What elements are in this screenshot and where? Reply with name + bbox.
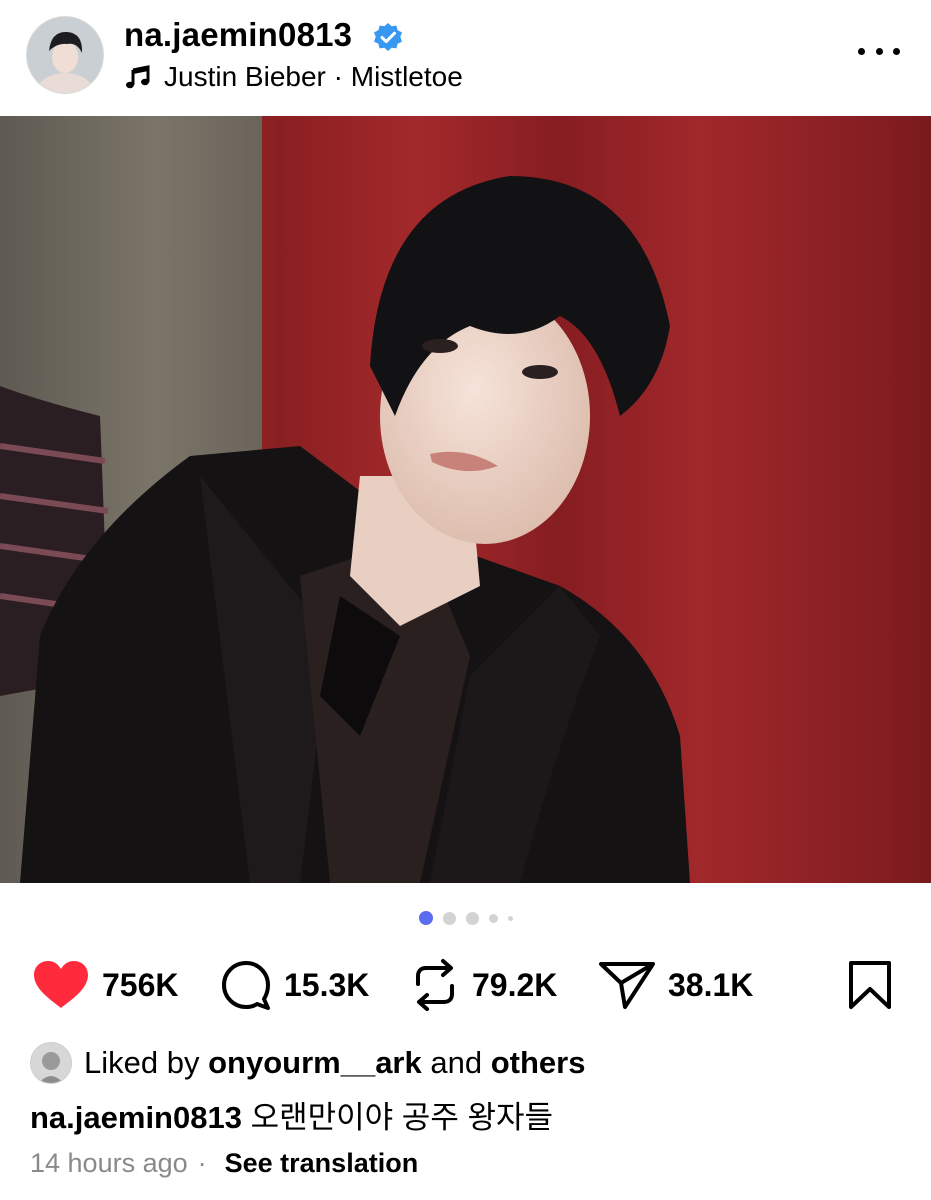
post-photo[interactable] <box>0 116 931 883</box>
repost-button[interactable]: 79.2K <box>410 950 557 1020</box>
comment-button[interactable]: 15.3K <box>220 950 369 1020</box>
music-row[interactable]: Justin Bieber · Mistletoe <box>124 60 463 94</box>
liked-by-and: and <box>430 1045 483 1080</box>
verified-badge-icon <box>374 23 402 51</box>
share-icon <box>599 962 655 1009</box>
repost-icon <box>416 959 454 1011</box>
username[interactable]: na.jaemin0813 <box>124 16 352 54</box>
carousel-dot <box>442 911 456 925</box>
post-header: na.jaemin0813 Justin Bieber · Mistletoe <box>0 0 931 116</box>
repost-count: 79.2K <box>472 966 558 1003</box>
bookmark-icon[interactable] <box>848 960 892 1010</box>
post-meta: 14 hours ago · See translation <box>30 1148 418 1179</box>
see-translation-link[interactable]: See translation <box>225 1148 419 1179</box>
meta-separator: · <box>197 1148 207 1178</box>
comment-count: 15.3K <box>284 966 370 1003</box>
music-note-icon <box>126 65 150 89</box>
more-options-icon[interactable] <box>858 44 900 58</box>
profile-avatar[interactable] <box>26 16 104 94</box>
like-count: 756K <box>102 966 179 1003</box>
carousel-dot <box>507 915 513 921</box>
share-count: 38.1K <box>668 966 754 1003</box>
like-button[interactable]: 756K <box>32 950 179 1020</box>
carousel-dot <box>418 911 433 925</box>
caption: na.jaemin0813 오랜만이야 공주 왕자들 <box>30 1092 553 1137</box>
caption-username[interactable]: na.jaemin0813 <box>30 1100 242 1135</box>
post-time: 14 hours ago <box>30 1148 188 1178</box>
liker-avatar <box>30 1042 72 1084</box>
caption-text: 오랜만이야 공주 왕자들 <box>250 1100 554 1135</box>
heart-icon <box>34 961 88 1008</box>
carousel-dot <box>488 913 498 923</box>
liked-by-others[interactable]: others <box>491 1045 586 1081</box>
liked-by-prefix: Liked by <box>84 1045 200 1080</box>
liked-by-row[interactable]: Liked by onyourm__ark and others <box>30 1040 585 1086</box>
share-button[interactable]: 38.1K <box>598 950 753 1020</box>
action-bar: 756K 15.3K 79.2K 38.1K <box>0 950 931 1020</box>
music-label: Justin Bieber · Mistletoe <box>164 61 463 92</box>
carousel-indicator <box>0 910 931 926</box>
liker-username[interactable]: onyourm__ark <box>208 1045 422 1081</box>
carousel-dot <box>465 911 479 925</box>
comment-icon <box>222 961 270 1010</box>
